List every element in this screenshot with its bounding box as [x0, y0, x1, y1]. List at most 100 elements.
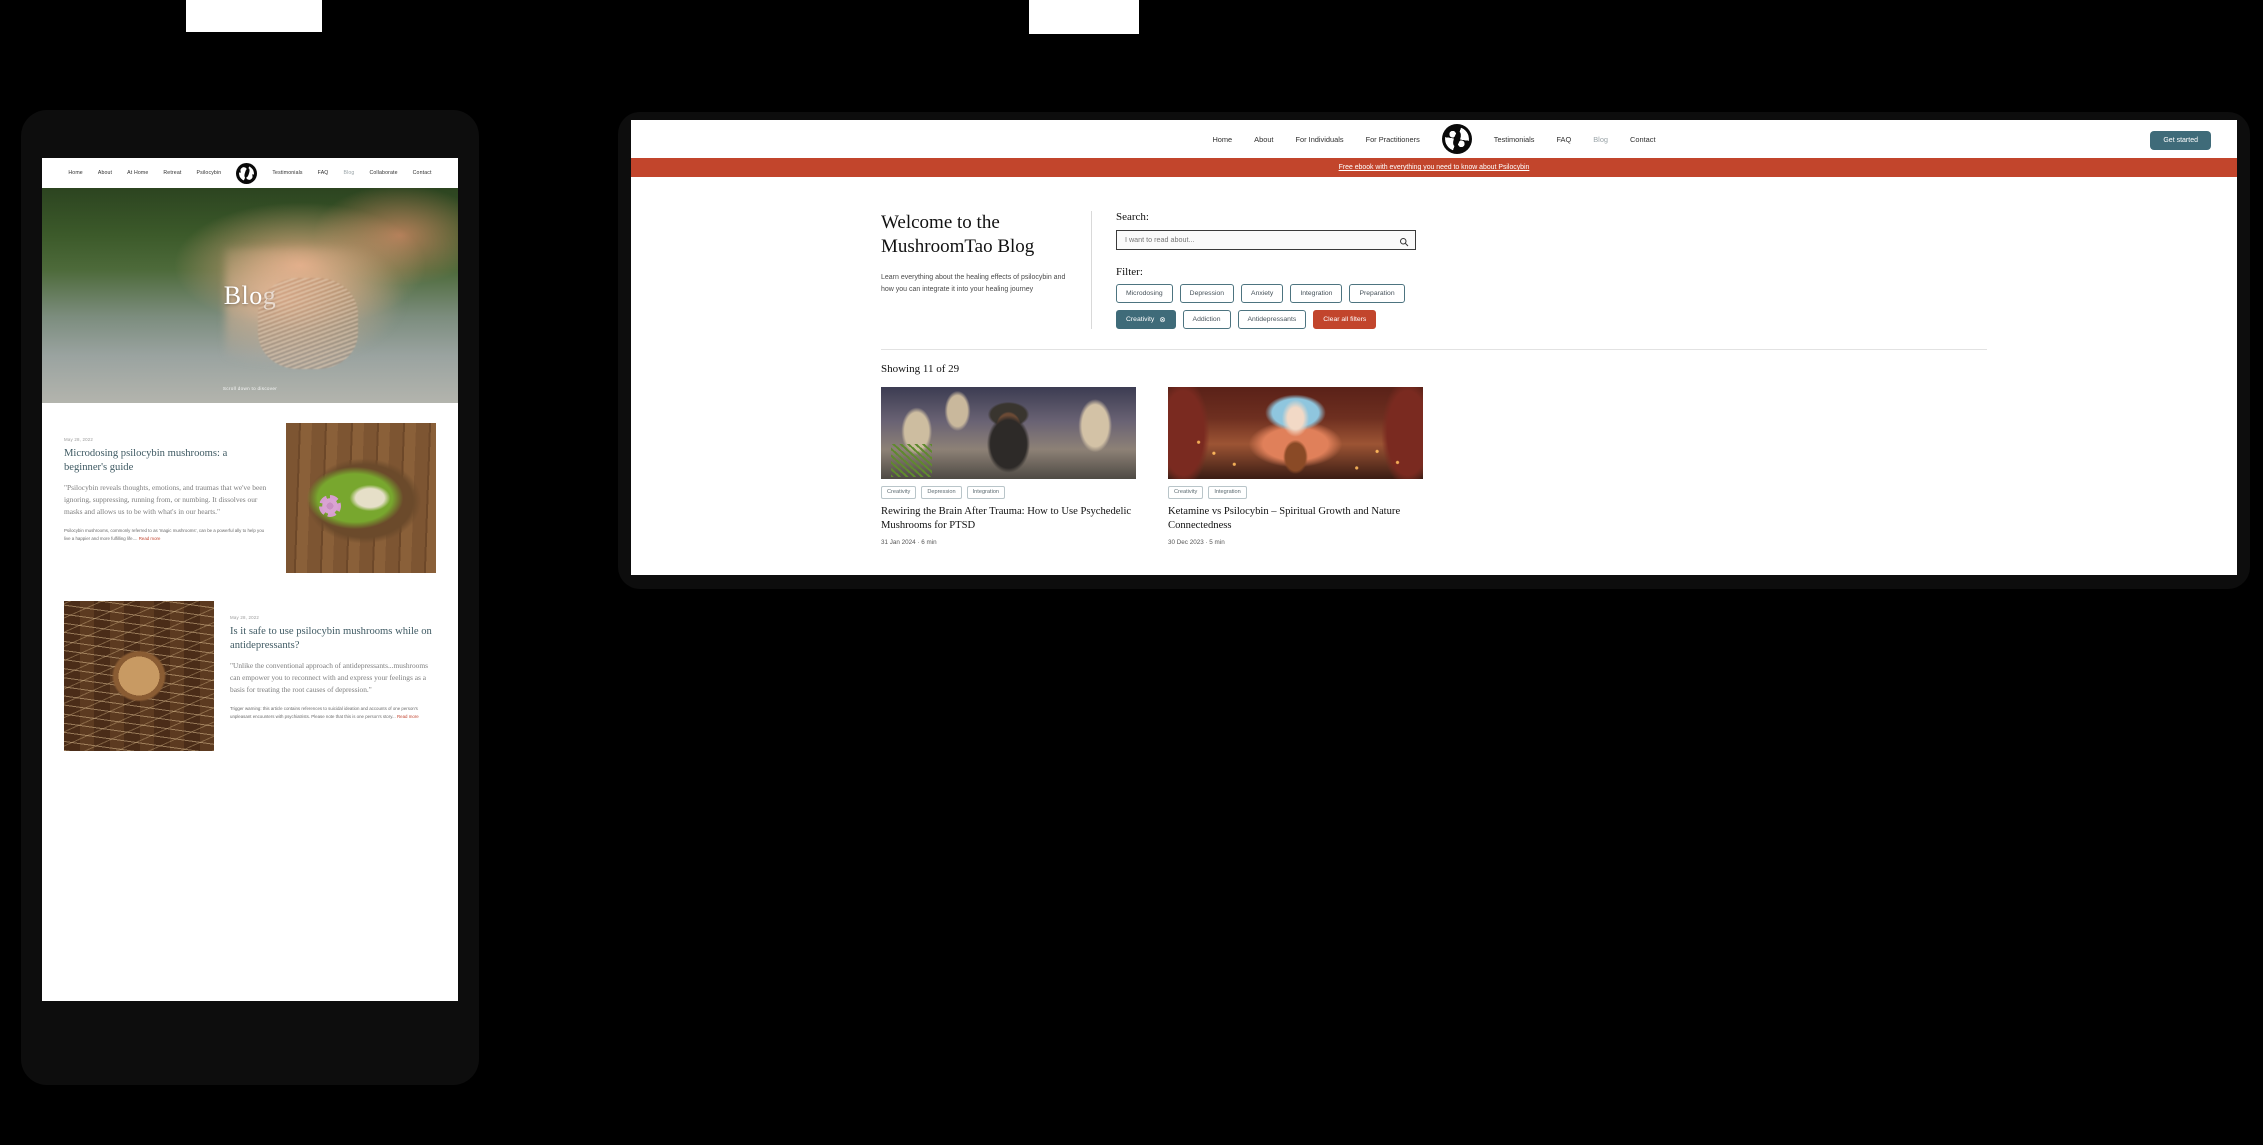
card-title[interactable]: Rewiring the Brain After Trauma: How to … — [881, 505, 1136, 533]
blog-card[interactable]: Creativity Integration Ketamine vs Psilocy… — [1168, 386, 1423, 547]
post-excerpt-text: Trigger warning: this article contains r… — [230, 705, 418, 719]
card-tag-list: Creativity Integration — [1168, 485, 1423, 499]
post-excerpt: Trigger warning: this article contains r… — [230, 705, 436, 720]
search-box[interactable] — [1116, 229, 1416, 250]
card-tag-creativity[interactable]: Creativity — [881, 485, 917, 499]
card-tag-creativity[interactable]: Creativity — [1168, 485, 1204, 499]
nav-item-faq[interactable]: FAQ — [1556, 135, 1571, 144]
filter-chip-preparation[interactable]: Preparation — [1349, 283, 1405, 303]
filter-chip-creativity[interactable]: Creativity ⊗ — [1116, 309, 1176, 329]
left-post-list: May 28, 2022 Microdosing psilocybin mush… — [42, 403, 458, 751]
nav-item-psilocybin[interactable]: Psilocybin — [196, 170, 221, 176]
card-meta: 31 Jan 2024 · 6 min — [881, 539, 937, 547]
card-tag-integration[interactable]: Integration — [966, 485, 1006, 499]
page-title: Blog — [223, 280, 277, 310]
filter-chip-label: Addiction — [1192, 315, 1221, 323]
nav-item-testimonials[interactable]: Testimonials — [1494, 135, 1535, 144]
card-meta: 30 Dec 2023 · 5 min — [1168, 539, 1225, 547]
nav-item-collaborate[interactable]: Collaborate — [369, 170, 397, 176]
left-hero-banner: Blog Scroll down to discover — [42, 188, 458, 403]
nav-item-for-practitioners[interactable]: For Practitioners — [1366, 135, 1420, 144]
top-text-strip — [1029, 0, 1139, 34]
post-title[interactable]: Is it safe to use psilocybin mushrooms w… — [230, 625, 436, 653]
ebook-banner-link[interactable]: Free ebook with everything you need to k… — [1339, 164, 1530, 171]
soldier-with-mushrooms-image — [881, 386, 1136, 479]
list-item[interactable]: May 28, 2022 Microdosing psilocybin mush… — [64, 423, 436, 573]
clear-all-filters-button[interactable]: Clear all filters — [1313, 309, 1377, 329]
left-device-screen: Home About At Home Retreat Psilocybin Testimo… — [42, 158, 458, 1001]
nav-item-contact[interactable]: Contact — [1630, 135, 1655, 144]
nav-item-blog[interactable]: Blog — [1593, 135, 1608, 144]
blog-welcome-title: Welcome to the MushroomTao Blog — [881, 212, 1035, 258]
post-quote: "Psilocybin reveals thoughts, emotions, … — [64, 482, 267, 516]
card-tag-depression[interactable]: Depression — [921, 485, 962, 499]
search-icon[interactable] — [1399, 234, 1409, 247]
filter-chip-label: Microdosing — [1126, 289, 1163, 297]
filter-chip-label: Anxiety — [1251, 289, 1274, 297]
nav-item-home[interactable]: Home — [68, 170, 82, 176]
nav-item-retreat[interactable]: Retreat — [163, 170, 181, 176]
right-site-navigation[interactable]: Home About For Individuals For Practitioner… — [631, 120, 2237, 158]
blog-intro: Welcome to the MushroomTao Blog Learn ev… — [881, 211, 1091, 329]
filter-chip-label: Integration — [1300, 289, 1333, 297]
filter-label: Filter: — [1116, 265, 1143, 278]
filter-chip-addiction[interactable]: Addiction — [1182, 309, 1231, 329]
screenshot-stage: Home About At Home Retreat Psilocybin Testimo… — [0, 0, 2263, 1145]
post-excerpt: Psilocybin mushrooms, commonly referred … — [64, 527, 270, 542]
blog-card[interactable]: Creativity Depression Integration Rewiring … — [881, 386, 1136, 547]
search-and-filter-panel: Search: Filter: Microdosing Depression Anx… — [1091, 211, 2201, 329]
read-more-link[interactable]: Read more — [139, 536, 161, 541]
left-site-navigation[interactable]: Home About At Home Retreat Psilocybin Testimo… — [42, 158, 458, 188]
scroll-hint: Scroll down to discover — [222, 386, 278, 391]
get-started-button[interactable]: Get started — [2150, 131, 2211, 150]
filter-chip-integration[interactable]: Integration — [1290, 283, 1343, 303]
right-device-frame: Home About For Individuals For Practitioner… — [618, 112, 2250, 589]
search-input[interactable] — [1116, 229, 1416, 250]
filter-chip-anxiety[interactable]: Anxiety — [1241, 283, 1284, 303]
post-excerpt-text: Psilocybin mushrooms, commonly referred … — [64, 527, 265, 541]
mushrooms-in-bowl-image — [64, 601, 214, 751]
remove-filter-icon[interactable]: ⊗ — [1159, 315, 1165, 323]
nav-item-faq[interactable]: FAQ — [318, 170, 329, 176]
post-text-block: May 28, 2022 Is it safe to use psilocybi… — [230, 601, 436, 720]
nav-item-at-home[interactable]: At Home — [127, 170, 148, 176]
filter-chip-label: Depression — [1189, 289, 1225, 297]
filter-chip-label: Antidepressants — [1247, 315, 1297, 323]
card-tag-integration[interactable]: Integration — [1208, 485, 1247, 499]
nav-item-blog[interactable]: Blog — [343, 170, 354, 176]
blog-card-grid: Creativity Depression Integration Rewiring … — [631, 375, 2237, 546]
filter-chip-depression[interactable]: Depression — [1179, 283, 1235, 303]
results-count: Showing 11 of 29 — [881, 362, 960, 375]
nav-item-contact[interactable]: Contact — [413, 170, 432, 176]
list-item[interactable]: May 28, 2022 Is it safe to use psilocybi… — [64, 601, 436, 751]
filter-chip-antidepressants[interactable]: Antidepressants — [1237, 309, 1307, 329]
post-date: May 28, 2022 — [230, 615, 260, 620]
read-more-link[interactable]: Read more — [397, 714, 419, 719]
mushroomtao-logo-icon[interactable] — [236, 162, 258, 184]
nav-item-for-individuals[interactable]: For Individuals — [1296, 135, 1344, 144]
nav-item-about[interactable]: About — [98, 170, 112, 176]
search-label: Search: — [1116, 211, 1149, 223]
mushroomtao-logo-icon[interactable] — [1441, 124, 1472, 154]
blog-welcome-subtitle: Learn everything about the healing effec… — [881, 273, 1066, 293]
post-title[interactable]: Microdosing psilocybin mushrooms: a begi… — [64, 447, 270, 475]
top-text-strip — [186, 0, 322, 32]
filter-chip-label: Creativity — [1126, 315, 1155, 323]
meditation-cave-image — [1168, 386, 1423, 479]
right-device-screen: Home About For Individuals For Practitioner… — [631, 120, 2237, 575]
filter-chip-label: Preparation — [1359, 289, 1395, 297]
post-text-block: May 28, 2022 Microdosing psilocybin mush… — [64, 423, 270, 542]
left-device-frame: Home About At Home Retreat Psilocybin Testimo… — [21, 110, 479, 1085]
card-tag-list: Creativity Depression Integration — [881, 485, 1136, 499]
nav-item-testimonials[interactable]: Testimonials — [272, 170, 302, 176]
capsules-on-leaf-image — [286, 423, 436, 573]
post-quote: "Unlike the conventional approach of ant… — [230, 660, 428, 694]
promo-banner[interactable]: Free ebook with everything you need to k… — [631, 158, 2237, 177]
card-title[interactable]: Ketamine vs Psilocybin – Spiritual Growt… — [1168, 505, 1423, 533]
filter-chip-list[interactable]: Microdosing Depression Anxiety Integration P… — [1116, 283, 1426, 329]
nav-item-about[interactable]: About — [1254, 135, 1273, 144]
blog-header-area: Welcome to the MushroomTao Blog Learn ev… — [631, 177, 2237, 329]
nav-item-home[interactable]: Home — [1212, 135, 1232, 144]
filter-chip-microdosing[interactable]: Microdosing — [1116, 283, 1173, 303]
post-date: May 28, 2022 — [64, 437, 94, 442]
